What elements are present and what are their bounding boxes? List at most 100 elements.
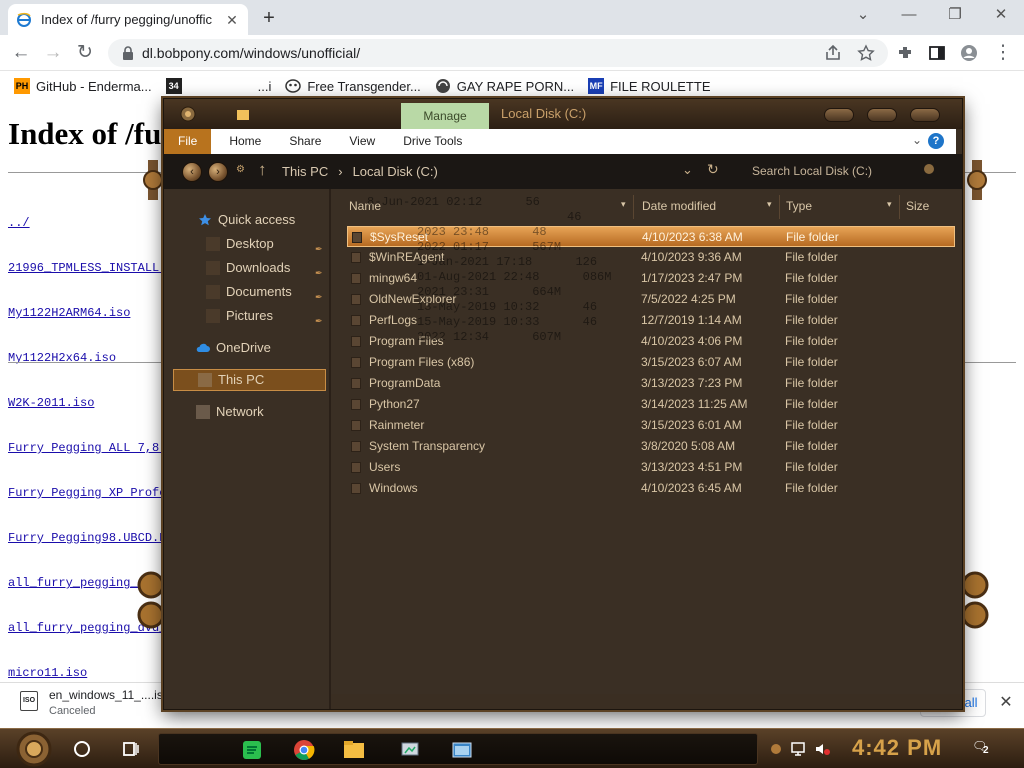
nav-downloads[interactable]: Downloads ✒	[164, 257, 331, 279]
bookmark-item[interactable]: 34 ...i	[165, 78, 271, 94]
address-dropdown-icon[interactable]: ⌄	[682, 162, 693, 178]
search-input[interactable]: Search Local Disk (C:)	[744, 160, 940, 182]
close-window-icon[interactable]	[910, 108, 940, 122]
file-list: Name ▾ Date modified ▾ Type ▾ Size $SysR…	[331, 189, 962, 694]
table-row[interactable]: System Transparency 3/8/2020 5:08 AM File …	[347, 436, 955, 457]
new-tab-button[interactable]: +	[258, 8, 280, 30]
restore-icon[interactable]: ❐	[944, 6, 966, 24]
side-panel-icon[interactable]	[928, 44, 946, 62]
nav-onedrive[interactable]: OneDrive	[164, 337, 331, 359]
profile-avatar-icon[interactable]	[960, 44, 978, 62]
app-window-icon[interactable]	[451, 739, 473, 761]
bookmarks-bar: PH GitHub - Enderma... 34 ...i Free Tran…	[0, 72, 1024, 100]
chrome-menu-icon[interactable]: ⋮	[992, 42, 1014, 64]
minimize-icon[interactable]	[824, 108, 854, 122]
breadcrumb-this-pc[interactable]: This PC	[282, 164, 328, 179]
nav-quick-access[interactable]: Quick access	[164, 209, 331, 231]
search-icon[interactable]	[74, 741, 90, 757]
table-row[interactable]: ProgramData 3/13/2023 7:23 PM File folder	[347, 373, 955, 394]
breadcrumb[interactable]: This PC › Local Disk (C:)	[282, 160, 696, 182]
table-row[interactable]: Python27 3/14/2023 11:25 AM File folder	[347, 394, 955, 415]
download-bar-close-icon[interactable]: ✕	[996, 693, 1016, 713]
table-row[interactable]: $WinREAgent 4/10/2023 9:36 AM File folder	[347, 247, 955, 268]
file-explorer-icon[interactable]	[343, 739, 365, 761]
search-icon[interactable]	[924, 164, 934, 174]
download-filename[interactable]: en_windows_11_....iso	[49, 688, 170, 702]
refresh-icon[interactable]: ↻	[707, 161, 719, 178]
column-name[interactable]: Name	[349, 199, 381, 213]
table-row[interactable]: $SysReset 4/10/2023 6:38 AM File folder	[347, 226, 955, 247]
file-type: File folder	[785, 439, 838, 453]
file-date: 4/10/2023 6:38 AM	[642, 230, 743, 244]
nav-this-pc[interactable]: This PC	[173, 369, 326, 391]
table-row[interactable]: OldNewExplorer 7/5/2022 4:25 PM File folde…	[347, 289, 955, 310]
tray-gear-icon[interactable]	[768, 741, 784, 757]
bookmark-item[interactable]: GAY RAPE PORN...	[435, 78, 574, 94]
tab-home[interactable]: Home	[215, 129, 275, 154]
chrome-icon[interactable]	[293, 739, 315, 761]
table-row[interactable]: Rainmeter 3/15/2023 6:01 AM File folder	[347, 415, 955, 436]
bookmark-file-roulette[interactable]: MF FILE ROULETTE	[588, 78, 711, 94]
nav-label: This PC	[218, 372, 265, 387]
table-row[interactable]: Windows 4/10/2023 6:45 AM File folder	[347, 478, 955, 499]
back-icon[interactable]: ‹	[182, 162, 202, 182]
tab-search-icon[interactable]: ⌄	[852, 6, 874, 24]
up-icon[interactable]: ↑	[258, 160, 267, 180]
address-bar[interactable]: dl.bobpony.com/windows/unofficial/	[108, 39, 888, 67]
column-separator[interactable]	[633, 195, 634, 219]
expand-ribbon-icon[interactable]: ⌄	[912, 133, 922, 147]
column-type[interactable]: Type	[786, 199, 812, 213]
table-row[interactable]: mingw64 1/17/2023 2:47 PM File folder	[347, 268, 955, 289]
column-date[interactable]: Date modified	[642, 199, 716, 213]
folder-quick-icon[interactable]	[236, 107, 250, 121]
explorer-titlebar[interactable]: Manage Local Disk (C:)	[164, 99, 962, 129]
start-button-gear-icon[interactable]	[12, 731, 56, 767]
column-size[interactable]: Size	[906, 199, 929, 213]
nav-network[interactable]: Network	[164, 401, 331, 423]
manage-tab[interactable]: Manage	[401, 103, 489, 129]
column-separator[interactable]	[899, 195, 900, 219]
share-icon[interactable]	[824, 44, 842, 62]
nav-pictures[interactable]: Pictures ✒	[164, 305, 331, 327]
nav-documents[interactable]: Documents ✒	[164, 281, 331, 303]
extensions-icon[interactable]	[896, 44, 914, 62]
bookmark-free-transgender[interactable]: Free Transgender...	[285, 78, 421, 94]
spotify-icon[interactable]	[241, 739, 263, 761]
file-name: Program Files	[369, 334, 444, 348]
close-window-icon[interactable]: ✕	[990, 6, 1012, 24]
volume-muted-icon[interactable]	[814, 741, 830, 757]
control-panel-icon[interactable]	[399, 739, 421, 761]
tab-drive-tools[interactable]: Drive Tools	[389, 129, 476, 154]
task-view-icon[interactable]	[122, 740, 140, 758]
bookmark-label: Free Transgender...	[307, 78, 421, 94]
table-row[interactable]: Users 3/13/2023 4:51 PM File folder	[347, 457, 955, 478]
nav-desktop[interactable]: Desktop ✒	[164, 233, 331, 255]
table-row[interactable]: Program Files 4/10/2023 4:06 PM File folde…	[347, 331, 955, 352]
network-icon[interactable]	[790, 741, 806, 757]
file-date: 3/8/2020 5:08 AM	[641, 439, 736, 453]
clock[interactable]: 4:42 PM	[852, 735, 942, 761]
folder-icon	[352, 232, 362, 243]
tab-share[interactable]: Share	[275, 129, 335, 154]
tab-close-icon[interactable]: ✕	[224, 12, 240, 28]
help-icon[interactable]: ?	[928, 133, 944, 149]
column-separator[interactable]	[779, 195, 780, 219]
maximize-icon[interactable]	[867, 108, 897, 122]
tab-file[interactable]: File	[164, 129, 212, 154]
minimize-icon[interactable]: —	[898, 6, 920, 24]
breadcrumb-local-disk[interactable]: Local Disk (C:)	[353, 164, 438, 179]
tab-view[interactable]: View	[335, 129, 389, 154]
table-row[interactable]: Program Files (x86) 3/15/2023 6:07 AM File…	[347, 352, 955, 373]
bookmark-github[interactable]: PH GitHub - Enderma...	[14, 78, 152, 94]
back-icon[interactable]: ←	[10, 42, 32, 64]
browser-tab[interactable]: Index of /furry pegging/unoffic ✕	[8, 4, 248, 35]
forward-icon[interactable]: →	[42, 42, 64, 64]
reload-icon[interactable]: ↻	[74, 42, 96, 64]
bookmark-star-icon[interactable]	[857, 44, 875, 62]
notification-icon[interactable]: 🗨 2	[972, 739, 992, 759]
table-row[interactable]: PerfLogs 12/7/2019 1:14 AM File folder	[347, 310, 955, 331]
iso-file-icon: ISO	[20, 691, 38, 711]
tab-strip: Index of /furry pegging/unoffic ✕ + ⌄ — …	[0, 0, 1024, 35]
forward-icon[interactable]: ›	[208, 162, 228, 182]
recent-locations-icon[interactable]: ⚙	[236, 164, 245, 175]
